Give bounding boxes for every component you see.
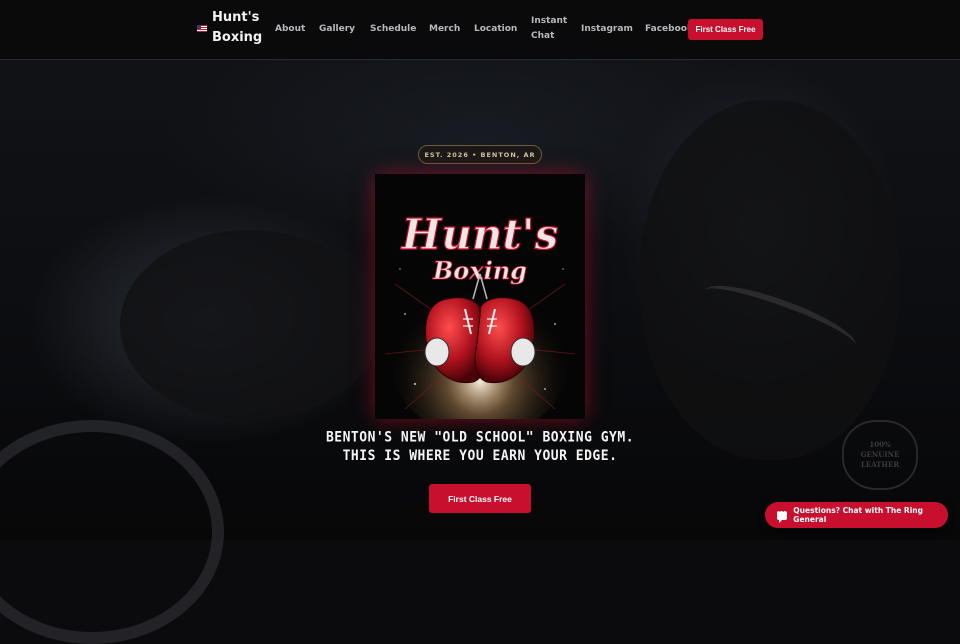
chat-widget-button[interactable]: Questions? Chat with The Ring General [765, 502, 948, 528]
background-headgear-shape [640, 100, 900, 460]
chat-widget-label: Questions? Chat with The Ring General [793, 506, 923, 524]
established-badge: EST. 2026 • BENTON, AR [418, 145, 542, 164]
background-glove-shape [120, 230, 380, 420]
leather-watermark: 100% GENUINE LEATHER [842, 420, 918, 490]
first-class-free-hero-button[interactable]: First Class Free [429, 484, 531, 513]
nav-merch[interactable]: Merch [429, 22, 460, 37]
brand[interactable]: Hunt's Boxing [197, 8, 262, 48]
hero-tagline: BENTON'S NEW "OLD SCHOOL" BOXING GYM. TH… [325, 429, 635, 465]
nav-instagram[interactable]: Instagram [581, 22, 633, 37]
background-rope-shape [0, 420, 224, 644]
brand-name[interactable]: Hunt's Boxing [212, 8, 262, 48]
first-class-free-header-button[interactable]: First Class Free [688, 19, 763, 40]
logo-subtitle-text: Boxing [432, 256, 527, 285]
nav-facebook[interactable]: Facebook [645, 22, 693, 37]
nav-location[interactable]: Location [474, 22, 517, 37]
nav-schedule[interactable]: Schedule [370, 22, 416, 37]
hunts-boxing-logo: Hunt's Boxing [375, 174, 585, 419]
nav-gallery[interactable]: Gallery [319, 22, 355, 37]
logo-title-text: Hunt's [401, 210, 559, 259]
nav-instant-chat[interactable]: Instant Chat [531, 14, 567, 44]
chat-bubble-icon [777, 508, 788, 523]
us-flag-icon [197, 24, 207, 32]
nav-about[interactable]: About [275, 22, 305, 37]
site-header: Hunt's Boxing About Gallery Schedule Mer… [0, 0, 960, 60]
